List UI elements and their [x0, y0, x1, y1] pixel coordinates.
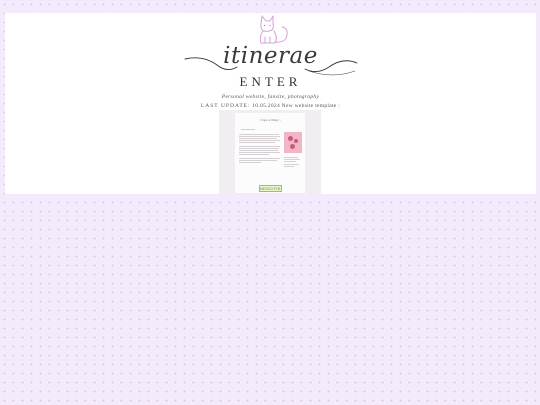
preview-text-line	[239, 138, 277, 139]
preview-page: ~ Page of things ~	[235, 113, 305, 193]
enter-link[interactable]: ENTER	[5, 74, 536, 90]
preview-heading-line	[241, 129, 255, 130]
last-update: LAST UPDATE: 10.05.2024 New website temp…	[5, 103, 536, 109]
preview-text-line	[239, 150, 278, 151]
preview-title: ~ Page of things ~	[259, 118, 281, 122]
preview-text-line	[239, 142, 275, 143]
main-card: itinerae ENTER Personal website, fansite…	[5, 13, 536, 194]
preview-text-line	[239, 154, 269, 155]
preview-side-line	[284, 166, 294, 167]
site-preview-image[interactable]: ~ Page of things ~	[219, 110, 321, 194]
preview-text-line	[239, 148, 279, 149]
preview-text-line	[239, 140, 280, 141]
neocities-badge[interactable]: NEOCITIES	[259, 185, 282, 192]
preview-text-line	[239, 146, 280, 147]
preview-text-line	[239, 162, 261, 163]
site-logo[interactable]: itinerae	[5, 43, 536, 69]
preview-text-line	[239, 160, 277, 161]
cat-icon	[259, 15, 288, 44]
preview-side-line	[284, 161, 296, 162]
last-update-text: 10.05.2024 New website template :	[252, 103, 341, 109]
preview-text-line	[239, 136, 280, 137]
last-update-label: LAST UPDATE:	[200, 103, 251, 109]
preview-text-line	[239, 152, 280, 153]
preview-flower-image	[284, 132, 302, 153]
preview-side-line	[284, 159, 300, 160]
preview-text-line	[239, 134, 279, 135]
site-tagline: Personal website, fansite, photography	[221, 94, 320, 100]
preview-text-line	[239, 158, 280, 159]
preview-side-line	[284, 157, 298, 158]
preview-side-line	[284, 164, 299, 165]
